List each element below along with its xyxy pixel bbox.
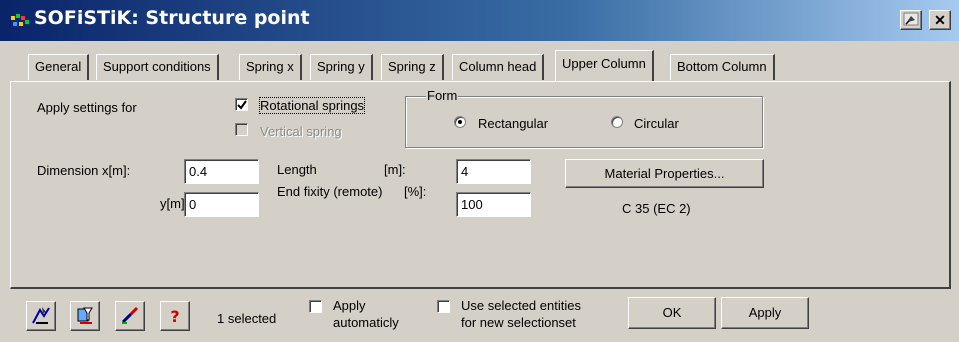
tab-column-head[interactable]: Column head [452,54,545,80]
filter-tool-icon [74,304,96,329]
close-button[interactable]: ✕ [929,10,951,30]
ok-button[interactable]: OK [628,297,716,329]
circular-radio[interactable] [611,116,623,128]
title-bar[interactable]: SOFiSTiK: Structure point ✕ [0,0,959,41]
pin-button[interactable] [900,10,922,30]
use-selected-entities-checkbox[interactable] [437,300,450,313]
vertical-spring-checkbox[interactable] [235,123,248,136]
use-selected-entities-line1[interactable]: Use selected entities [461,298,581,313]
circular-label[interactable]: Circular [634,116,679,131]
dimension-x-input[interactable]: 0.4 [184,159,259,184]
tab-support-conditions[interactable]: Support conditions [96,54,219,80]
help-button[interactable]: ? [160,301,190,331]
tab-spring-y[interactable]: Spring y [310,54,373,80]
select-tool-button[interactable] [26,301,56,331]
end-fixity-label: End fixity (remote) [277,184,383,199]
material-value: C 35 (EC 2) [622,201,691,216]
end-fixity-unit-label: [%]: [404,184,427,199]
tab-general[interactable]: General [28,54,90,80]
radio-dot-icon [458,120,462,124]
length-unit-label: [m]: [384,162,406,177]
dimension-x-label: Dimension x[m]: [37,163,131,178]
brush-tool-icon [119,304,141,329]
sofistik-app-icon [10,12,30,30]
tab-spring-x[interactable]: Spring x [239,54,302,80]
close-icon: ✕ [934,11,946,28]
rectangular-label[interactable]: Rectangular [478,116,548,131]
tab-spring-z[interactable]: Spring z [381,54,444,80]
rectangular-radio[interactable] [454,116,466,128]
length-input[interactable]: 4 [456,159,531,184]
length-label: Length [277,162,317,177]
help-icon: ? [170,306,180,326]
dimension-y-input[interactable]: 0 [184,192,259,217]
apply-automatically-checkbox[interactable] [309,300,322,313]
filter-tool-button[interactable] [70,301,100,331]
apply-automatically-line2[interactable]: automaticly [333,315,399,330]
apply-button[interactable]: Apply [721,297,809,329]
apply-settings-label: Apply settings for [37,100,137,115]
structure-point-dialog: SOFiSTiK: Structure point ✕ General Supp… [0,0,959,342]
end-fixity-input[interactable]: 100 [456,192,531,217]
rotational-springs-label[interactable]: Rotational springs [258,97,366,114]
brush-tool-button[interactable] [115,301,145,331]
pin-icon [903,12,919,29]
material-properties-button[interactable]: Material Properties... [565,159,764,188]
tab-upper-column[interactable]: Upper Column [555,50,654,81]
selected-count: 1 selected [217,311,277,326]
window-title: SOFiSTiK: Structure point [34,7,310,29]
use-selected-entities-line2[interactable]: for new selectionset [461,315,576,330]
tab-strip: General Support conditions Spring x Spri… [0,48,959,82]
apply-automatically-line1[interactable]: Apply [333,298,366,313]
dimension-y-label: y[m] [160,196,185,211]
rotational-springs-checkbox[interactable] [235,98,248,111]
form-legend: Form [426,88,459,103]
vertical-spring-label: Vertical spring [260,124,342,139]
tab-bottom-column[interactable]: Bottom Column [670,54,775,80]
select-tool-icon [30,304,52,329]
